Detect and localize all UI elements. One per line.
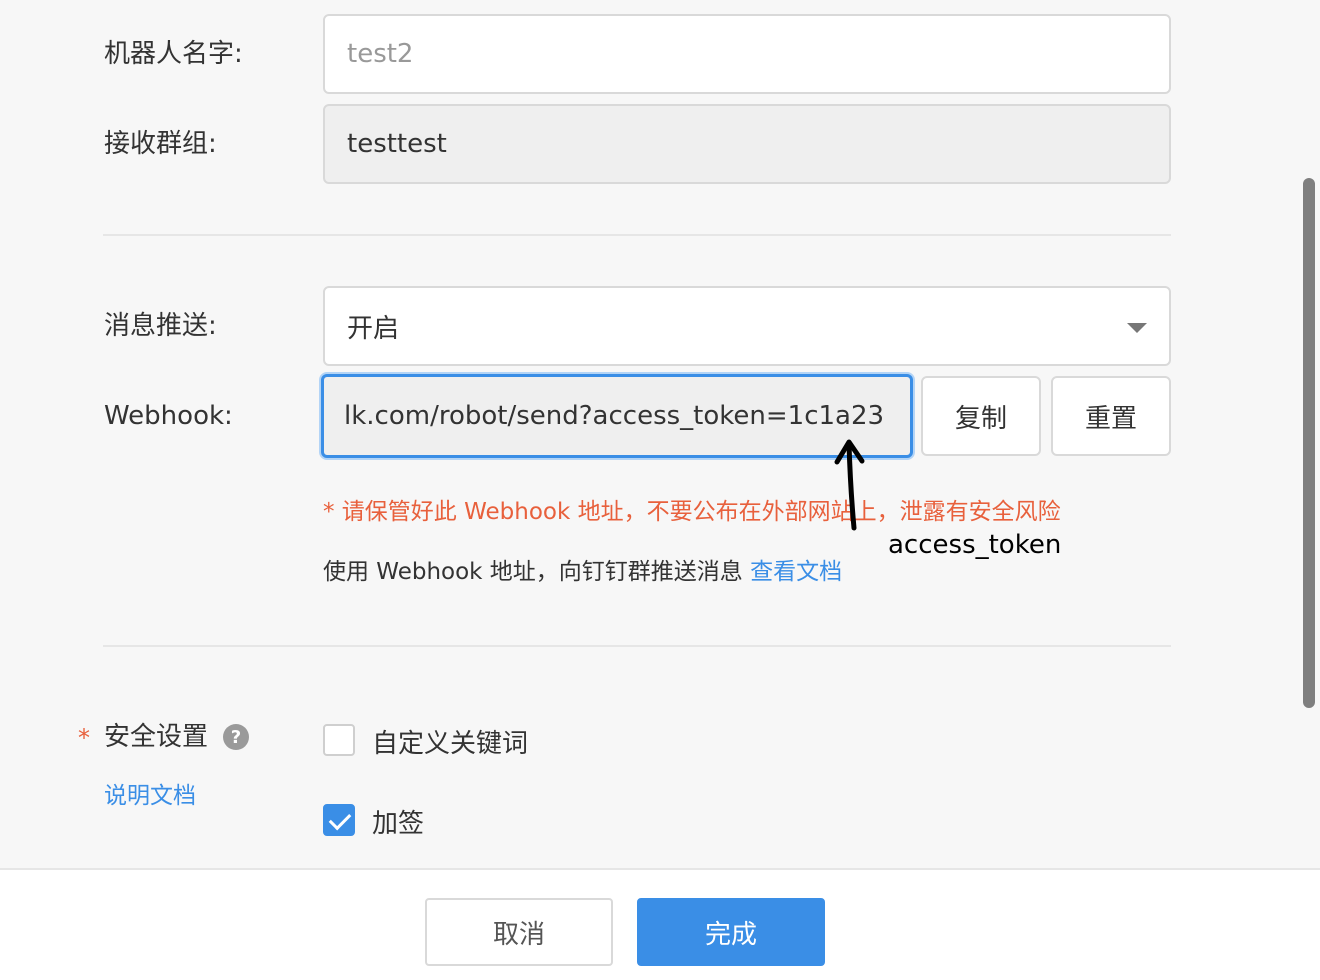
webhook-label: Webhook:	[104, 401, 233, 431]
copy-button[interactable]: 复制	[921, 376, 1041, 456]
sign-checkbox[interactable]	[323, 804, 355, 836]
scrollbar-thumb[interactable]	[1303, 178, 1315, 708]
annotation-arrow-icon	[834, 439, 865, 531]
required-mark: *	[78, 724, 90, 752]
question-circle-icon[interactable]: ?	[223, 724, 249, 750]
reset-button[interactable]: 重置	[1051, 376, 1171, 456]
section-divider	[103, 645, 1171, 647]
sign-label[interactable]: 加签	[372, 803, 424, 840]
done-button[interactable]: 完成	[637, 898, 825, 966]
custom-keyword-checkbox[interactable]	[323, 724, 355, 756]
cancel-button[interactable]: 取消	[425, 898, 613, 966]
receive-group-label: 接收群组:	[104, 129, 217, 159]
chevron-down-icon	[1127, 323, 1147, 333]
message-push-select[interactable]: 开启	[323, 286, 1171, 366]
webhook-input[interactable]: lk.com/robot/send?access_token=1c1a23	[321, 374, 913, 458]
robot-settings-form: 机器人名字: test2 接收群组: testtest 消息推送: 开启 Web…	[0, 0, 1320, 980]
security-doc-link[interactable]: 说明文档	[104, 776, 196, 810]
receive-group-field: testtest	[323, 104, 1171, 184]
section-divider	[103, 234, 1171, 236]
message-push-value: 开启	[347, 313, 400, 344]
view-docs-link[interactable]: 查看文档	[750, 559, 842, 585]
webhook-info-text: 使用 Webhook 地址，向钉钉群推送消息	[323, 559, 743, 585]
robot-name-value: test2	[347, 39, 414, 69]
custom-keyword-label[interactable]: 自定义关键词	[372, 723, 528, 760]
webhook-warning: * 请保管好此 Webhook 地址，不要公布在外部网站上，泄露有安全风险	[323, 499, 1061, 525]
webhook-info: 使用 Webhook 地址，向钉钉群推送消息 查看文档	[323, 552, 842, 586]
robot-name-input[interactable]: test2	[323, 14, 1171, 94]
webhook-value: lk.com/robot/send?access_token=1c1a23	[344, 401, 885, 431]
dialog-footer: 取消 完成	[0, 868, 1320, 980]
security-settings-label: 安全设置	[104, 722, 209, 752]
message-push-label: 消息推送:	[104, 311, 217, 341]
receive-group-value: testtest	[347, 129, 447, 159]
annotation-label: access_token	[888, 530, 1062, 560]
robot-name-label: 机器人名字:	[104, 39, 243, 69]
